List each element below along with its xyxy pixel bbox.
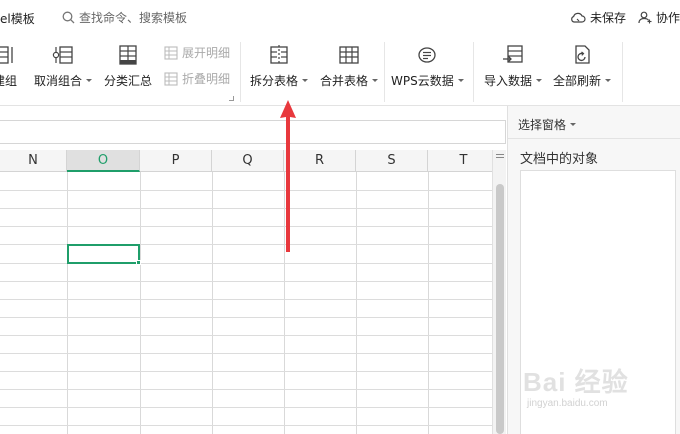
grid-line: [0, 299, 492, 300]
subtotal-icon: [115, 42, 141, 68]
grid-line: [0, 208, 492, 209]
dropdown-caret-icon: [536, 79, 543, 82]
collab-label: 协作: [656, 11, 680, 25]
grid-line: [0, 425, 492, 426]
grid-line: [140, 172, 141, 434]
wps-cloud-data-label: WPS云数据: [391, 74, 454, 88]
group-icon: [0, 42, 18, 68]
split-table-label-wrap: 拆分表格: [250, 72, 309, 89]
column-header-selected[interactable]: O: [67, 150, 140, 172]
grid-line: [428, 172, 429, 434]
refresh-all-label-wrap: 全部刷新: [553, 72, 612, 89]
grid-line: [0, 335, 492, 336]
dropdown-caret-icon: [86, 79, 93, 82]
cloud-icon: [571, 12, 586, 23]
grid-line: [67, 172, 68, 434]
dropdown-caret-icon: [372, 79, 379, 82]
grid-line: [0, 353, 492, 354]
title-bar: el模板 查找命令、搜索模板 未保存 协作: [0, 0, 680, 34]
column-header[interactable]: R: [284, 150, 356, 172]
spreadsheet-grid[interactable]: N O P Q R S T: [0, 150, 492, 434]
watermark-url: jingyan.baidu.com: [527, 398, 608, 409]
collapse-detail-label: 折叠明细: [182, 72, 231, 86]
unsaved-label: 未保存: [590, 11, 627, 25]
collab-button[interactable]: 协作: [638, 9, 680, 26]
pane-divider: [508, 138, 680, 139]
ungroup-icon: [50, 42, 76, 68]
ribbon-separator: [473, 42, 474, 102]
subtotal-button[interactable]: 分类汇总: [104, 42, 152, 89]
pane-heading: 文档中的对象: [520, 152, 599, 167]
group-label: 建组: [0, 74, 17, 88]
formula-bar[interactable]: [0, 120, 506, 144]
ribbon-separator: [622, 42, 623, 102]
refresh-all-button[interactable]: 全部刷新: [553, 42, 612, 89]
split-table-label: 拆分表格: [250, 74, 299, 88]
collapse-detail-icon: [164, 71, 178, 86]
ungroup-label-wrap: 取消组合: [34, 72, 93, 89]
merge-table-button[interactable]: 合并表格: [320, 42, 379, 89]
import-data-icon: [500, 42, 526, 68]
wps-cloud-data-button[interactable]: WPS云数据: [391, 42, 464, 89]
command-search[interactable]: 查找命令、搜索模板: [62, 9, 187, 26]
import-data-label: 导入数据: [484, 74, 533, 88]
grid-line: [284, 172, 285, 434]
group-launcher-icon[interactable]: [229, 96, 234, 101]
dropdown-caret-icon: [570, 123, 577, 126]
column-header[interactable]: P: [140, 150, 212, 172]
vertical-scrollbar[interactable]: [492, 150, 506, 434]
merge-table-label: 合并表格: [320, 74, 369, 88]
ribbon-separator: [384, 42, 385, 102]
group-button[interactable]: 建组: [0, 42, 18, 89]
template-label[interactable]: el模板: [0, 10, 35, 27]
column-header[interactable]: S: [356, 150, 428, 172]
grid-line: [0, 371, 492, 372]
search-icon: [62, 11, 75, 24]
grid-line: [0, 389, 492, 390]
dropdown-caret-icon: [605, 79, 612, 82]
expand-detail-icon: [164, 45, 178, 60]
grid-line: [0, 226, 492, 227]
grid-line: [212, 172, 213, 434]
grid-line: [356, 172, 357, 434]
subtotal-label: 分类汇总: [104, 74, 153, 88]
grid-line: [0, 317, 492, 318]
ungroup-label: 取消组合: [34, 74, 83, 88]
grid-line: [0, 190, 492, 191]
dropdown-caret-icon: [302, 79, 309, 82]
search-placeholder: 查找命令、搜索模板: [79, 11, 188, 25]
pane-title: 选择窗格: [518, 118, 567, 132]
refresh-all-icon: [569, 42, 595, 68]
column-header[interactable]: T: [428, 150, 492, 172]
column-header[interactable]: N: [0, 150, 67, 172]
column-header[interactable]: Q: [212, 150, 284, 172]
selected-cell[interactable]: [67, 244, 140, 264]
ribbon-separator: [240, 42, 241, 102]
import-data-label-wrap: 导入数据: [484, 72, 543, 89]
ungroup-button[interactable]: 取消组合: [34, 42, 93, 89]
wps-cloud-data-icon: [414, 42, 440, 68]
merge-table-icon: [336, 42, 362, 68]
expand-detail-label: 展开明细: [182, 46, 231, 60]
collapse-detail-button[interactable]: 折叠明细: [163, 70, 230, 87]
expand-detail-button[interactable]: 展开明细: [163, 44, 230, 61]
unsaved-status[interactable]: 未保存: [570, 9, 626, 26]
scrollbar-thumb[interactable]: [496, 184, 504, 434]
split-table-icon: [266, 42, 292, 68]
refresh-all-label: 全部刷新: [553, 74, 602, 88]
dropdown-caret-icon: [457, 79, 464, 82]
split-grip-icon[interactable]: [496, 154, 504, 155]
user-add-icon: [638, 11, 652, 24]
split-table-button[interactable]: 拆分表格: [250, 42, 309, 89]
wps-cloud-data-label-wrap: WPS云数据: [391, 72, 464, 89]
grid-line: [0, 407, 492, 408]
merge-table-label-wrap: 合并表格: [320, 72, 379, 89]
pane-title-menu[interactable]: 选择窗格: [518, 116, 577, 133]
watermark: Bai 经验 jingyan.baidu.com: [523, 362, 673, 414]
data-ribbon: 建组 取消组合 分类汇总 展开明细 折叠明细 拆分表格 合并表格: [0, 34, 680, 106]
watermark-brand: Bai 经验: [523, 367, 629, 397]
grid-line: [0, 281, 492, 282]
fill-handle[interactable]: [136, 260, 141, 265]
import-data-button[interactable]: 导入数据: [484, 42, 543, 89]
